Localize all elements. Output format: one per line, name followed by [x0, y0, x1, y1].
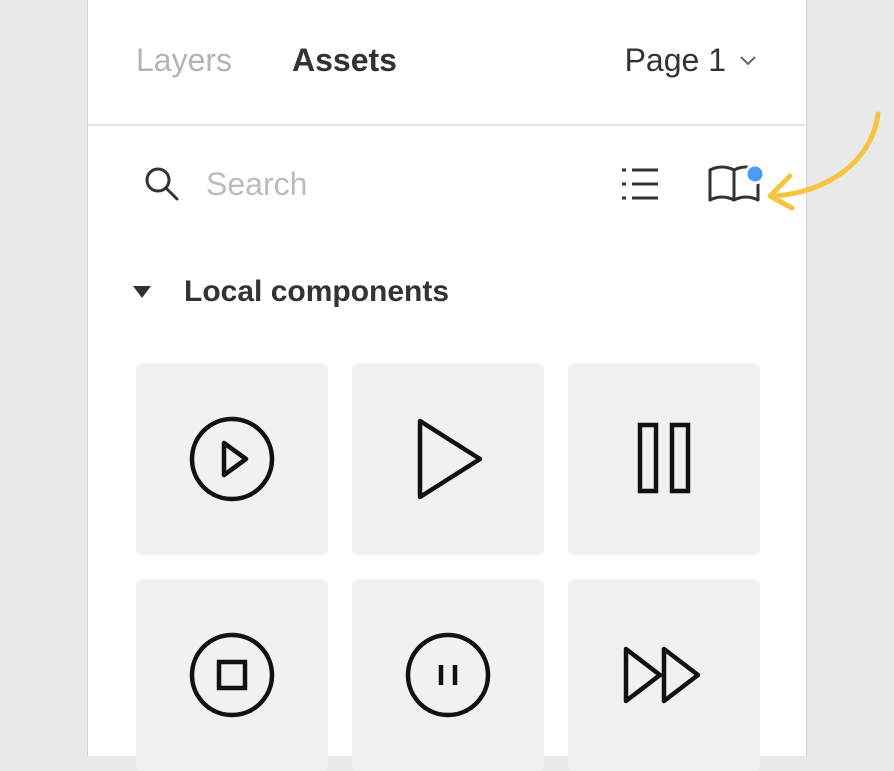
component-tile-play-circle[interactable] [136, 363, 328, 555]
search-icon [145, 167, 179, 201]
stop-circle-icon [189, 632, 275, 718]
chevron-down-icon [740, 56, 756, 66]
page-selector-label: Page 1 [624, 42, 726, 78]
component-tile-play[interactable] [352, 363, 544, 555]
search-input[interactable] [206, 162, 486, 206]
section-title: Local components [184, 275, 450, 308]
fast-forward-icon [623, 646, 701, 704]
tab-layers[interactable]: Layers [136, 40, 232, 80]
local-components-header[interactable]: Local components [130, 270, 449, 314]
component-tile-stop-circle[interactable] [136, 579, 328, 771]
component-grid [136, 363, 761, 771]
pause-circle-icon [405, 632, 491, 718]
caret-down-icon [133, 286, 151, 298]
panel-header: Layers Assets Page 1 [88, 0, 806, 126]
play-circle-icon [189, 416, 275, 502]
assets-panel: Layers Assets Page 1 Search Local compon… [87, 0, 807, 771]
component-tile-pause[interactable] [568, 363, 760, 555]
play-icon [417, 418, 483, 500]
component-tile-pause-circle[interactable] [352, 579, 544, 771]
pause-icon [637, 422, 691, 494]
component-tile-fast-forward[interactable] [568, 579, 760, 771]
notification-dot [744, 163, 766, 185]
assets-toolbar [88, 140, 806, 226]
tab-assets[interactable]: Assets [292, 40, 397, 80]
page-selector[interactable]: Page 1 [625, 40, 758, 80]
list-view-icon[interactable] [616, 160, 664, 208]
team-library-button[interactable] [706, 158, 770, 210]
